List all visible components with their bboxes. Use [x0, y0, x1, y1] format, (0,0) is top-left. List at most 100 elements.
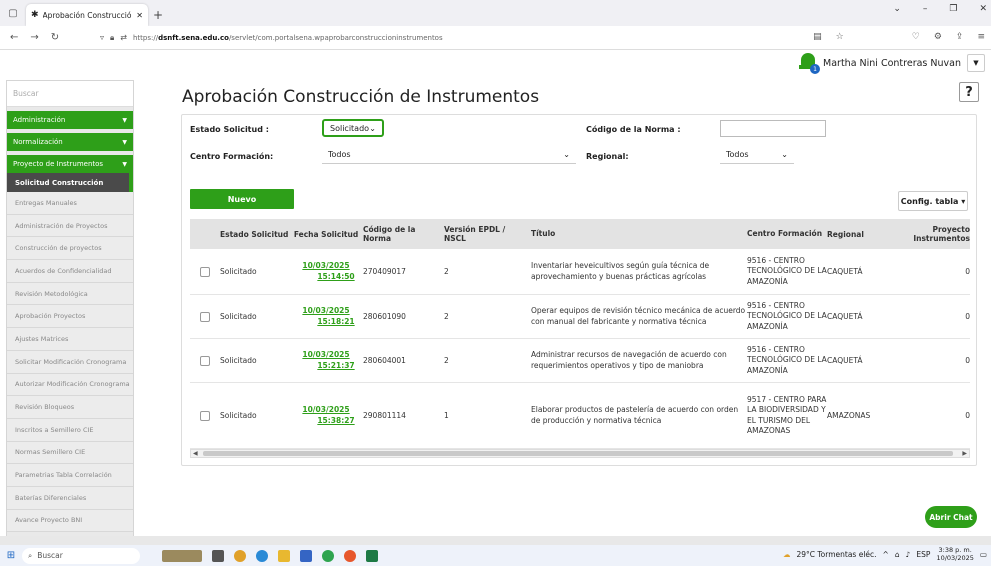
- reload-icon[interactable]: ↻: [51, 32, 59, 43]
- sidebar-item[interactable]: Baterías Diferenciales: [7, 486, 133, 510]
- firefox-icon[interactable]: [344, 549, 356, 562]
- fecha-link[interactable]: 10/03/2025 15:14:50: [291, 261, 361, 282]
- sidebar-item[interactable]: Revisión Bloqueos: [7, 396, 133, 419]
- fecha-link[interactable]: 10/03/2025 15:38:27: [291, 405, 361, 426]
- sidebar-item[interactable]: Entregas Manuales: [7, 192, 133, 215]
- sidebar-item[interactable]: Ajustes Matrices: [7, 328, 133, 351]
- header-titulo[interactable]: Título: [529, 229, 747, 240]
- sidebar-section-administracion[interactable]: Administración ▼: [7, 111, 133, 129]
- chevron-down-icon: ▼: [122, 138, 127, 146]
- table-row[interactable]: Solicitado 10/03/2025 15:18:21 280601090 …: [190, 295, 970, 339]
- table-row[interactable]: Solicitado 10/03/2025 15:14:50 270409017 …: [190, 249, 970, 295]
- close-window-icon[interactable]: ✕: [979, 4, 987, 14]
- header-codigo[interactable]: Código de la Norma: [361, 225, 441, 243]
- sidebar-item[interactable]: Revisión Metodológica: [7, 282, 133, 306]
- sidebar-item-solicitud-construccion[interactable]: Solicitud Construcción: [7, 173, 133, 192]
- sidebar-item[interactable]: Administración de Proyectos: [7, 214, 133, 238]
- extensions-icon[interactable]: ⚙: [934, 32, 942, 42]
- sidebar-search-input[interactable]: Buscar: [7, 81, 133, 107]
- fecha-link[interactable]: 10/03/2025 15:18:21: [291, 306, 361, 327]
- new-tab-icon[interactable]: +: [148, 4, 168, 26]
- abrir-chat-button[interactable]: Abrir Chat: [925, 506, 977, 528]
- chrome-icon[interactable]: [322, 549, 334, 562]
- sidebar-item[interactable]: Aprobación Proyectos: [7, 305, 133, 329]
- tab-list-icon[interactable]: ▢: [0, 0, 26, 26]
- nuevo-button[interactable]: Nuevo: [190, 189, 294, 209]
- estado-select[interactable]: Solicitado ⌄: [322, 119, 384, 137]
- minimize-icon[interactable]: –: [923, 4, 928, 14]
- widgets-icon[interactable]: [162, 549, 202, 562]
- scroll-left-icon[interactable]: ◀: [193, 450, 198, 457]
- scroll-right-icon[interactable]: ▶: [962, 450, 967, 457]
- weather-text[interactable]: 29°C Tormentas eléc.: [796, 550, 876, 559]
- excel-icon[interactable]: [366, 549, 378, 562]
- shield-icon[interactable]: ▿: [100, 33, 104, 42]
- app-icon[interactable]: [300, 549, 312, 562]
- sidebar-item[interactable]: Parametrias Tabla Correlación: [7, 464, 133, 487]
- table-horizontal-scrollbar[interactable]: ◀ ▶: [190, 449, 970, 458]
- app-icon[interactable]: [234, 549, 246, 562]
- windows-start-icon[interactable]: ⊞: [0, 550, 22, 561]
- sidebar-item[interactable]: Avance Proyecto BNI: [7, 509, 133, 533]
- sidebar-item[interactable]: Normas Semillero CIE: [7, 441, 133, 465]
- row-checkbox[interactable]: [200, 266, 210, 277]
- header-proyecto[interactable]: Proyecto Instrumentos: [877, 225, 970, 243]
- header-centro[interactable]: Centro Formación: [747, 229, 827, 240]
- sidebar-item[interactable]: Inscritos a Semillero CIE: [7, 418, 133, 442]
- back-icon[interactable]: ←: [10, 32, 18, 43]
- notifications-icon[interactable]: ▭: [980, 550, 987, 559]
- regional-select[interactable]: Todos ⌄: [720, 146, 794, 164]
- page-horizontal-scrollbar[interactable]: [0, 536, 991, 545]
- url-text[interactable]: https://dsnft.sena.edu.co/servlet/com.po…: [133, 34, 443, 42]
- pocket-icon[interactable]: ♡: [912, 32, 920, 42]
- fecha-link[interactable]: 10/03/2025 15:21:37: [291, 350, 361, 371]
- share-icon[interactable]: ⇪: [956, 32, 964, 42]
- row-checkbox[interactable]: [200, 311, 210, 322]
- bookmark-star-icon[interactable]: ☆: [836, 32, 844, 42]
- table-header: Estado Solicitud Fecha Solicitud Código …: [190, 219, 970, 249]
- language-indicator[interactable]: ESP: [916, 550, 930, 559]
- sidebar-item[interactable]: Solicitar Modificación Cronograma: [7, 350, 133, 374]
- cell-centro: 9517 - CENTRO PARA LA BIODIVERSIDAD Y EL…: [747, 394, 827, 436]
- table-row[interactable]: Solicitado 10/03/2025 15:38:27 290801114 …: [190, 383, 970, 449]
- help-button[interactable]: ?: [959, 82, 979, 102]
- maximize-icon[interactable]: ❐: [949, 4, 957, 14]
- permissions-icon[interactable]: ⇄: [120, 33, 127, 42]
- clock[interactable]: 3:38 p. m. 10/03/2025: [936, 546, 973, 563]
- reader-mode-icon[interactable]: ▤: [813, 32, 822, 42]
- sidebar-item[interactable]: Autorizar Modificación Cronograma: [7, 373, 133, 397]
- sidebar-section-normalizacion[interactable]: Normalización ▼: [7, 133, 133, 151]
- weather-icon[interactable]: ☁: [783, 550, 791, 559]
- menu-icon[interactable]: ≡: [977, 32, 985, 42]
- user-menu-dropdown[interactable]: ▼: [967, 54, 985, 72]
- edge-icon[interactable]: [256, 549, 268, 562]
- file-explorer-icon[interactable]: [278, 549, 290, 562]
- page-title: Aprobación Construcción de Instrumentos: [182, 87, 540, 107]
- lock-icon[interactable]: 🔒︎: [110, 33, 114, 43]
- config-tabla-button[interactable]: Config. tabla ▾: [898, 191, 968, 211]
- sidebar-item[interactable]: Construcción de proyectos: [7, 237, 133, 261]
- network-icon[interactable]: ⌂: [895, 550, 900, 559]
- table-row[interactable]: Solicitado 10/03/2025 15:21:37 280604001 …: [190, 339, 970, 383]
- browser-tab[interactable]: ✱ Aprobación Construcción de ins ✕: [26, 4, 148, 26]
- tray-chevron-icon[interactable]: ^: [883, 550, 889, 559]
- row-checkbox[interactable]: [200, 355, 210, 366]
- header-estado[interactable]: Estado Solicitud: [220, 230, 291, 239]
- centro-select[interactable]: Todos ⌄: [322, 146, 576, 164]
- codigo-input[interactable]: [720, 120, 826, 137]
- sidebar-item[interactable]: Acuerdos de Confidencialidad: [7, 260, 133, 283]
- forward-icon[interactable]: →: [30, 32, 38, 43]
- taskbar-search[interactable]: ⌕ Buscar: [22, 547, 140, 564]
- header-regional[interactable]: Regional: [827, 230, 877, 239]
- notification-bell-icon[interactable]: 1: [799, 53, 821, 74]
- volume-icon[interactable]: ♪: [906, 550, 911, 559]
- header-version[interactable]: Versión EPDL / NSCL: [441, 225, 529, 243]
- tabs-dropdown-icon[interactable]: ⌄: [893, 4, 901, 14]
- sidebar-section-proyecto-instrumentos[interactable]: Proyecto de Instrumentos ▼: [7, 155, 133, 173]
- header-fecha[interactable]: Fecha Solicitud: [291, 230, 361, 239]
- task-view-icon[interactable]: [212, 549, 224, 562]
- scrollbar-thumb[interactable]: [203, 451, 953, 456]
- close-tab-icon[interactable]: ✕: [136, 11, 143, 20]
- row-checkbox[interactable]: [200, 410, 210, 421]
- cell-proyecto: 0: [965, 267, 970, 276]
